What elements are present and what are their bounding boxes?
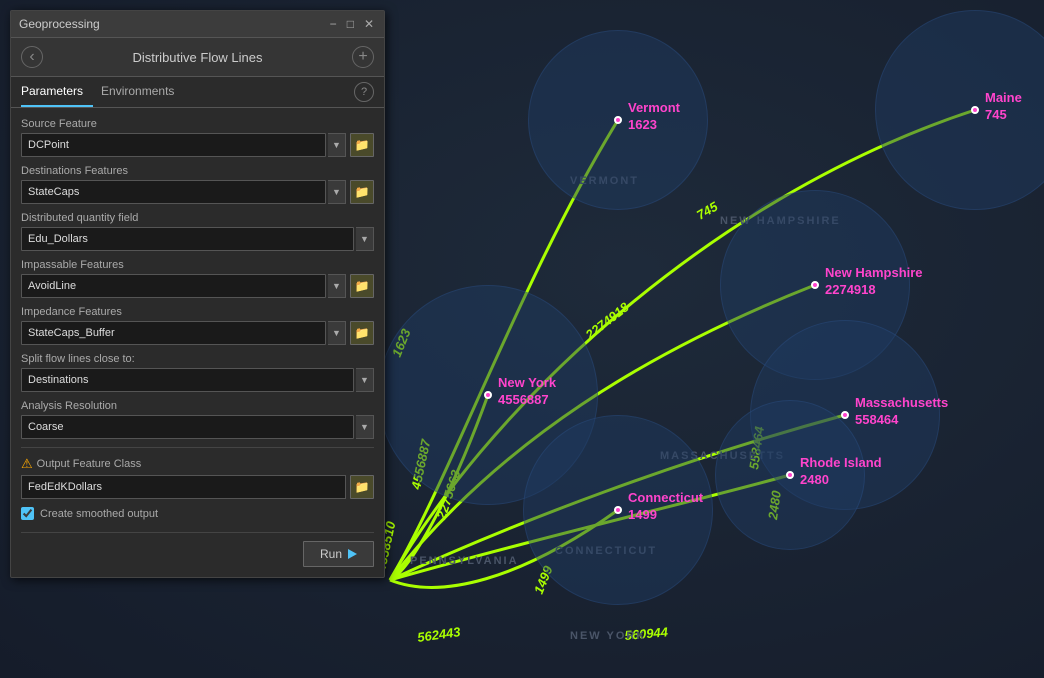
impassable-features-select[interactable]: AvoidLine <box>21 274 326 298</box>
destinations-features-select[interactable]: StateCaps <box>21 180 326 204</box>
impedance-features-select[interactable]: StateCaps_Buffer <box>21 321 326 345</box>
source-feature-select[interactable]: DCPoint <box>21 133 326 157</box>
analysis-resolution-group: Analysis Resolution Coarse ▼ <box>21 400 374 439</box>
impassable-features-row: AvoidLine ▼ 📁 <box>21 274 374 298</box>
panel-body: Source Feature DCPoint ▼ 📁 Destinations … <box>11 108 384 577</box>
back-button[interactable]: ‹ <box>21 46 43 68</box>
impedance-features-row: StateCaps_Buffer ▼ 📁 <box>21 321 374 345</box>
output-feature-label: ⚠Output Feature Class <box>21 456 374 472</box>
panel-titlebar: Geoprocessing − □ ✕ <box>11 11 384 38</box>
destinations-features-arrow[interactable]: ▼ <box>328 180 346 204</box>
split-flow-arrow[interactable]: ▼ <box>356 368 374 392</box>
panel-header: ‹ Distributive Flow Lines + <box>11 38 384 77</box>
forward-button[interactable]: + <box>352 46 374 68</box>
source-feature-row: DCPoint ▼ 📁 <box>21 133 374 157</box>
split-flow-row: Destinations ▼ <box>21 368 374 392</box>
split-flow-label: Split flow lines close to: <box>21 353 374 365</box>
impedance-features-label: Impedance Features <box>21 306 374 318</box>
impedance-features-folder[interactable]: 📁 <box>350 321 374 345</box>
source-feature-label: Source Feature <box>21 118 374 130</box>
smoothed-output-row: Create smoothed output <box>21 507 374 520</box>
smoothed-output-label: Create smoothed output <box>40 508 158 520</box>
geoprocessing-panel: Geoprocessing − □ ✕ ‹ Distributive Flow … <box>10 10 385 578</box>
analysis-resolution-arrow[interactable]: ▼ <box>356 415 374 439</box>
split-flow-select[interactable]: Destinations <box>21 368 354 392</box>
output-feature-group: ⚠Output Feature Class 📁 <box>21 456 374 499</box>
play-icon <box>348 549 357 559</box>
distributed-quantity-label: Distributed quantity field <box>21 212 374 224</box>
output-feature-folder[interactable]: 📁 <box>350 475 374 499</box>
dest-dot-vermont <box>614 116 622 124</box>
analysis-resolution-label: Analysis Resolution <box>21 400 374 412</box>
divider <box>21 447 374 448</box>
warning-icon: ⚠ <box>21 456 33 471</box>
panel-title-controls: − □ ✕ <box>328 18 376 30</box>
impedance-features-arrow[interactable]: ▼ <box>328 321 346 345</box>
impassable-features-group: Impassable Features AvoidLine ▼ 📁 <box>21 259 374 298</box>
restore-button[interactable]: □ <box>345 18 356 30</box>
dest-dot-maine <box>971 106 979 114</box>
impassable-features-label: Impassable Features <box>21 259 374 271</box>
distributed-quantity-select[interactable]: Edu_Dollars <box>21 227 354 251</box>
analysis-resolution-row: Coarse ▼ <box>21 415 374 439</box>
close-button[interactable]: ✕ <box>362 18 376 30</box>
tab-environments[interactable]: Environments <box>101 77 184 107</box>
panel-title: Geoprocessing <box>19 17 100 31</box>
distributed-quantity-group: Distributed quantity field Edu_Dollars ▼ <box>21 212 374 251</box>
distributed-quantity-row: Edu_Dollars ▼ <box>21 227 374 251</box>
impassable-features-folder[interactable]: 📁 <box>350 274 374 298</box>
run-row: Run <box>21 532 374 567</box>
dest-dot-rhode_island <box>786 471 794 479</box>
run-label: Run <box>320 547 342 561</box>
source-feature-folder[interactable]: 📁 <box>350 133 374 157</box>
output-feature-row: 📁 <box>21 475 374 499</box>
destinations-features-row: StateCaps ▼ 📁 <box>21 180 374 204</box>
distributed-quantity-arrow[interactable]: ▼ <box>356 227 374 251</box>
minimize-button[interactable]: − <box>328 18 339 30</box>
back-icon: ‹ <box>29 48 34 66</box>
tab-parameters[interactable]: Parameters <box>21 77 93 107</box>
source-feature-arrow[interactable]: ▼ <box>328 133 346 157</box>
impassable-features-arrow[interactable]: ▼ <box>328 274 346 298</box>
dest-dot-new_hampshire <box>811 281 819 289</box>
forward-icon: + <box>358 48 367 66</box>
dest-dot-connecticut <box>614 506 622 514</box>
destinations-features-label: Destinations Features <box>21 165 374 177</box>
impedance-features-group: Impedance Features StateCaps_Buffer ▼ 📁 <box>21 306 374 345</box>
source-feature-group: Source Feature DCPoint ▼ 📁 <box>21 118 374 157</box>
tool-title: Distributive Flow Lines <box>43 50 352 65</box>
destinations-features-group: Destinations Features StateCaps ▼ 📁 <box>21 165 374 204</box>
output-feature-input[interactable] <box>21 475 346 499</box>
destinations-features-folder[interactable]: 📁 <box>350 180 374 204</box>
run-button[interactable]: Run <box>303 541 374 567</box>
dest-dot-new_york <box>484 391 492 399</box>
panel-tabs: Parameters Environments ? <box>11 77 384 108</box>
dest-dot-massachusetts <box>841 411 849 419</box>
analysis-resolution-select[interactable]: Coarse <box>21 415 354 439</box>
help-button[interactable]: ? <box>354 82 374 102</box>
smoothed-output-checkbox[interactable] <box>21 507 34 520</box>
split-flow-group: Split flow lines close to: Destinations … <box>21 353 374 392</box>
